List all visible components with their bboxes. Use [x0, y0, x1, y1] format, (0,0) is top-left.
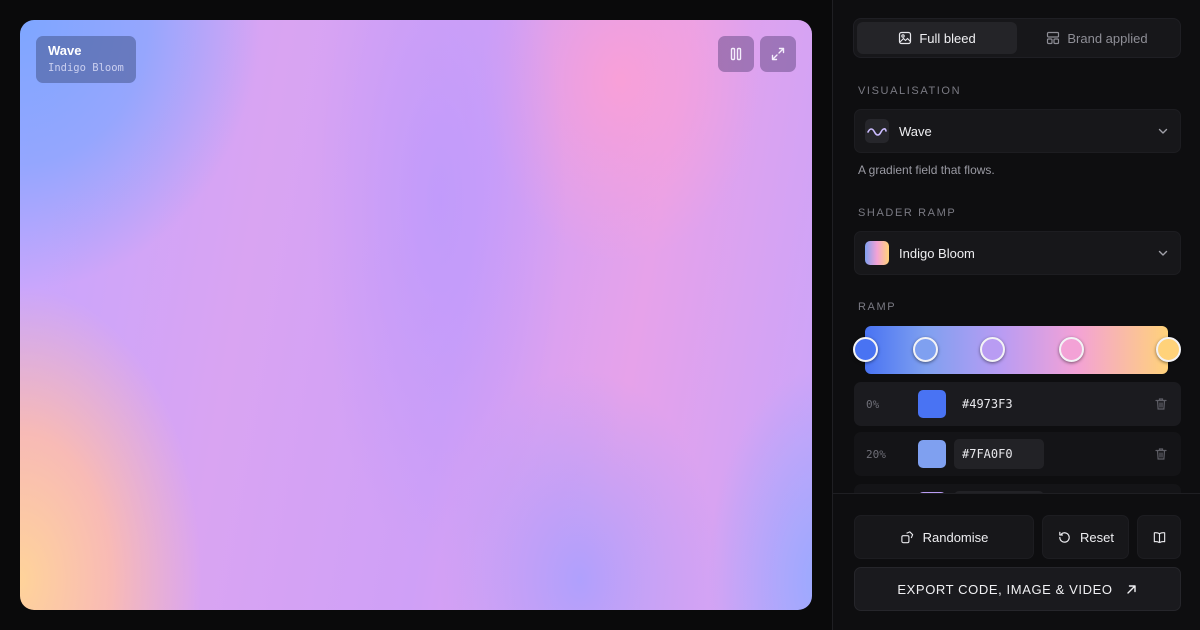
trash-icon[interactable]	[1153, 396, 1169, 412]
book-icon	[1153, 531, 1165, 543]
trash-icon[interactable]	[1153, 446, 1169, 462]
dice-icon	[900, 530, 913, 543]
pause-icon	[730, 47, 742, 61]
preview-label-card: Wave Indigo Bloom	[36, 36, 136, 83]
full-bleed-label: Full bleed	[919, 30, 976, 46]
visualisation-select[interactable]: Wave	[854, 109, 1181, 153]
ramp-row-percent: 20%	[866, 447, 886, 461]
action-bar: Randomise Reset EXPORT CODE, IMAGE & VID…	[833, 493, 1200, 630]
randomise-button[interactable]: Randomise	[854, 515, 1034, 559]
chevron-down-icon	[1158, 128, 1168, 134]
ramp-row-hex-input[interactable]: #4973F3	[954, 389, 1044, 419]
mode-toggle: Full bleed Brand applied	[853, 18, 1181, 58]
ramp-gradient-bar[interactable]	[865, 326, 1168, 374]
shader-ramp-heading: SHADER RAMP	[858, 207, 957, 219]
ramp-row-swatch[interactable]	[918, 440, 946, 468]
docs-button[interactable]	[1137, 515, 1181, 559]
ramp-swatch-icon	[865, 241, 889, 265]
ramp-stop-handle[interactable]	[1155, 337, 1181, 362]
ramp-row[interactable]: 20% #7FA0F0	[854, 432, 1181, 476]
preview-title: Wave	[48, 43, 82, 58]
ramp-stop-handle[interactable]	[979, 337, 1005, 362]
export-label: EXPORT CODE, IMAGE & VIDEO	[897, 581, 1113, 597]
wave-icon	[865, 119, 889, 143]
ramp-row[interactable]: 0% #4973F3	[854, 382, 1181, 426]
reset-label: Reset	[1080, 529, 1114, 545]
reset-button[interactable]: Reset	[1042, 515, 1129, 559]
randomise-label: Randomise	[922, 529, 989, 545]
ramp-stop-handle[interactable]	[1058, 337, 1084, 362]
image-icon	[899, 31, 912, 45]
visualisation-description: A gradient field that flows.	[858, 163, 995, 177]
ramp-stop-handle[interactable]	[913, 337, 939, 362]
ramp-row-hex-input[interactable]: #7FA0F0	[954, 439, 1044, 469]
reset-icon	[1059, 531, 1070, 543]
expand-icon	[771, 47, 785, 61]
visualisation-value: Wave	[899, 123, 932, 139]
full-bleed-tab[interactable]: Full bleed	[857, 22, 1017, 54]
pause-button[interactable]	[718, 36, 754, 72]
chevron-down-icon	[1158, 250, 1168, 256]
visualisation-heading: VISUALISATION	[858, 85, 962, 97]
settings-panel: Full bleed Brand applied VISUALISATION W…	[832, 0, 1200, 630]
fullscreen-button[interactable]	[760, 36, 796, 72]
ramp-heading: RAMP	[858, 301, 897, 313]
ramp-row-percent: 0%	[866, 397, 880, 411]
export-button[interactable]: EXPORT CODE, IMAGE & VIDEO	[854, 567, 1181, 611]
brand-applied-label: Brand applied	[1067, 30, 1148, 46]
preview-stage: Wave Indigo Bloom	[0, 0, 832, 630]
ramp-stop-handle[interactable]	[852, 337, 878, 362]
gradient-canvas[interactable]: Wave Indigo Bloom	[20, 20, 812, 610]
brand-applied-tab[interactable]: Brand applied	[1017, 22, 1177, 54]
arrow-up-right-icon	[1126, 584, 1136, 594]
layout-icon	[1047, 31, 1060, 45]
shader-ramp-select[interactable]: Indigo Bloom	[854, 231, 1181, 275]
shader-ramp-value: Indigo Bloom	[899, 245, 975, 261]
preview-subtitle: Indigo Bloom	[48, 62, 124, 74]
ramp-row-swatch[interactable]	[918, 390, 946, 418]
